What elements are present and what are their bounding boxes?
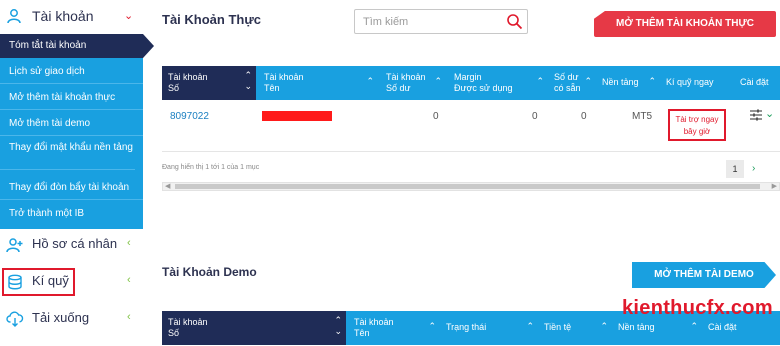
sort-icon: ⌃ ⌄ (334, 315, 342, 336)
search-box (354, 9, 528, 34)
column-header-line: Tên (264, 83, 280, 93)
column-header[interactable]: Tài khoản Tên ⌃ (258, 66, 378, 100)
fund-now-button[interactable]: Tài trợ ngay bây giờ (668, 109, 726, 141)
sidebar-section-label: Hồ sơ cá nhân (32, 236, 118, 251)
horizontal-scrollbar[interactable]: ◀ ▶ (162, 182, 780, 191)
chevron-down-icon[interactable]: ⌄ (765, 107, 774, 120)
sidebar: Tài khoản ⌄ Tóm tắt tài khoản Lịch sử gi… (0, 0, 154, 346)
search-icon[interactable] (506, 13, 523, 30)
open-real-account-button[interactable]: MỞ THÊM TÀI KHOẢN THỰC (594, 11, 776, 37)
account-balance: 0 (433, 111, 439, 122)
column-header-line: Nền tảng (602, 77, 639, 87)
open-demo-account-button[interactable]: MỞ THÊM TÀI DEMO (632, 262, 776, 288)
platform: MT5 (632, 111, 652, 122)
column-header-line: Tài khoản (386, 72, 426, 82)
user-icon (6, 8, 22, 24)
scrollbar-thumb[interactable] (175, 184, 760, 189)
sort-icon: ⌃ (600, 321, 608, 331)
column-header-line: Tài khoản (264, 72, 304, 82)
sidebar-header-label: Tài khoản (32, 8, 94, 24)
column-header[interactable]: Tài khoản Số dư ⌃ (380, 66, 446, 100)
chevron-left-icon: ‹ (127, 274, 131, 286)
add-user-icon (6, 237, 24, 253)
column-header-line: Tên (354, 328, 370, 338)
column-header-line: Tài khoản (168, 72, 208, 82)
sort-icon: ⌃ (526, 321, 534, 331)
sort-icon: ⌃ ⌄ (244, 70, 252, 91)
column-header-line: Số dư (554, 72, 579, 82)
sidebar-section-label: Tải xuống (32, 310, 90, 325)
chevron-left-icon: ‹ (127, 311, 131, 323)
page-1-button[interactable]: 1 (726, 160, 744, 178)
sort-icon: ⌃ (690, 321, 698, 331)
column-header-line: Được sử dụng (454, 83, 513, 93)
sidebar-item-become-ib[interactable]: Trở thành một IB (0, 202, 143, 226)
column-header-line: Margin (454, 72, 482, 82)
scroll-left-icon[interactable]: ◀ (165, 182, 170, 190)
chevron-down-icon: ⌄ (124, 10, 134, 22)
watermark: kienthucfx.com (622, 297, 773, 319)
sort-icon: ⌃ (428, 321, 436, 331)
column-header-line: Tiền tệ (544, 322, 572, 332)
column-header-line: Nền tảng (618, 322, 655, 332)
sort-icon: ⌃ (366, 76, 374, 86)
sidebar-item-account-summary[interactable]: Tóm tắt tài khoản (0, 34, 143, 58)
table-info: Đang hiển thị 1 tới 1 của 1 mục (162, 164, 260, 171)
search-input[interactable] (363, 13, 503, 31)
column-header-line: Cài đặt (740, 77, 769, 87)
chevron-right-icon[interactable]: › (752, 163, 755, 174)
table-row: 8097022 0 0 0 MT5 Tài trợ ngay bây giờ ⌄ (162, 100, 780, 152)
highlight-box (2, 268, 75, 296)
settings-icon[interactable] (750, 109, 762, 124)
margin-used: 0 (532, 111, 538, 122)
available-balance: 0 (581, 111, 587, 122)
sidebar-submenu: Tóm tắt tài khoản Lịch sử giao dịch Mở t… (0, 34, 143, 229)
sidebar-item-change-password[interactable]: Thay đổi mật khẩu nền tảng (0, 138, 135, 170)
column-header[interactable]: Số dư có sẵn ⌃ (548, 66, 596, 100)
sidebar-section-profile[interactable]: Hồ sơ cá nhân ‹ (0, 229, 143, 261)
column-header-line: có sẵn (554, 83, 581, 93)
column-header[interactable]: Cài đặt (734, 66, 780, 100)
sort-icon: ⌃ (648, 76, 656, 86)
column-header[interactable]: Trạng thái ⌃ (440, 311, 538, 345)
chevron-left-icon: ‹ (127, 237, 131, 249)
column-header-line: Số dư (386, 83, 411, 93)
column-header-line: Tài khoản (354, 317, 394, 327)
account-number[interactable]: 8097022 (170, 111, 209, 122)
column-header[interactable]: Kí quỹ ngay (660, 66, 734, 100)
column-header[interactable]: Margin Được sử dụng ⌃ (448, 66, 548, 100)
main-content: Tài Khoản Thực MỞ THÊM TÀI KHOẢN THỰC Tà… (148, 0, 780, 346)
sidebar-section-download[interactable]: Tải xuống ‹ (0, 303, 143, 335)
column-header[interactable]: Nền tảng ⌃ (596, 66, 660, 100)
column-header[interactable]: Tài khoản Số ⌃ ⌄ (162, 311, 346, 345)
sidebar-item-trade-history[interactable]: Lịch sử giao dịch (0, 60, 143, 84)
real-accounts-title: Tài Khoản Thực (162, 12, 261, 27)
sidebar-item-open-demo[interactable]: Mở thêm tài demo (0, 112, 143, 136)
column-header-line: Tài khoản (168, 317, 208, 327)
column-header-line: Số (168, 328, 180, 338)
column-header-line: Kí quỹ ngay (666, 77, 714, 87)
column-header[interactable]: Tài khoản Tên ⌃ (348, 311, 440, 345)
scroll-right-icon[interactable]: ▶ (772, 182, 777, 190)
real-table-header: Tài khoản Số ⌃ ⌄ Tài khoản Tên ⌃ Tài khoản Số … (162, 66, 780, 100)
column-header[interactable]: Tiền tệ ⌃ (538, 311, 612, 345)
sort-icon: ⌃ (584, 76, 592, 86)
sort-icon: ⌃ (434, 76, 442, 86)
demo-accounts-title: Tài Khoản Demo (162, 265, 257, 279)
redacted-account-name (262, 111, 332, 121)
cloud-download-icon (6, 311, 24, 327)
sidebar-item-change-leverage[interactable]: Thay đổi đòn bẩy tài khoản (0, 176, 143, 200)
column-header-line: Số (168, 83, 180, 93)
sort-icon: ⌃ (536, 76, 544, 86)
column-header[interactable]: Tài khoản Số ⌃ ⌄ (162, 66, 256, 100)
column-header-line: Cài đặt (708, 322, 737, 332)
sidebar-header-account[interactable]: Tài khoản ⌄ (0, 0, 143, 34)
sidebar-item-open-real[interactable]: Mở thêm tài khoản thực (0, 86, 143, 110)
column-header-line: Trạng thái (446, 322, 487, 332)
